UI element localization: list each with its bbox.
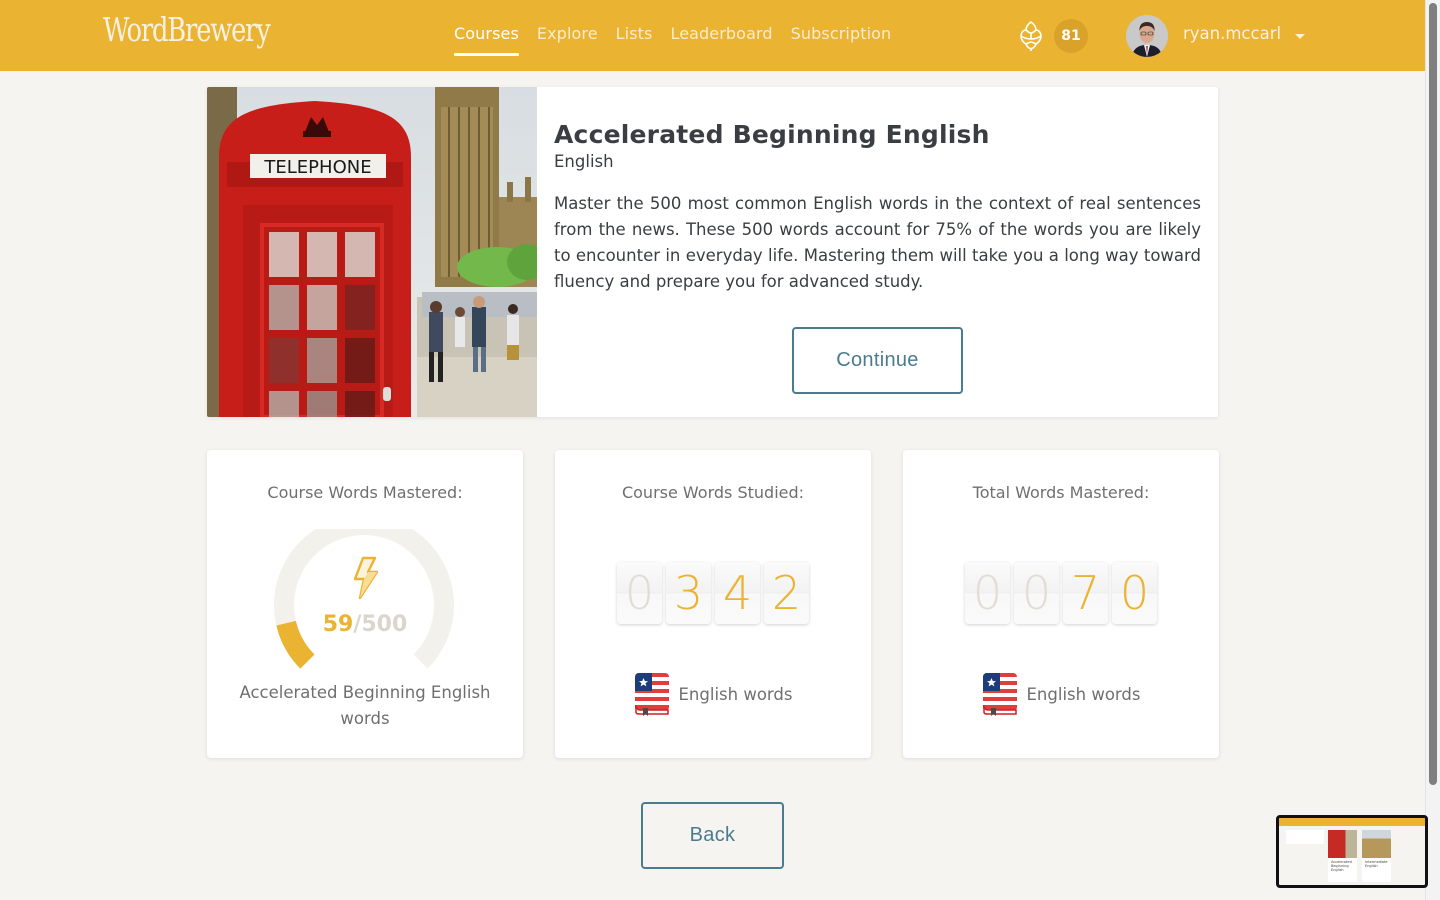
studied-flip-counter: 0 3 4 2 bbox=[555, 562, 871, 624]
back-button[interactable]: Back bbox=[641, 802, 784, 869]
course-title: Accelerated Beginning English bbox=[554, 120, 990, 149]
score-badge[interactable]: 81 bbox=[1054, 19, 1088, 53]
us-flag-book-icon bbox=[634, 673, 669, 716]
nav-subscription[interactable]: Subscription bbox=[791, 24, 892, 51]
us-flag-book-icon bbox=[982, 673, 1017, 716]
counter-digit: 0 bbox=[1112, 562, 1157, 624]
nav-explore[interactable]: Explore bbox=[537, 24, 598, 51]
wordbrewery-logo[interactable]: WordBrewery bbox=[103, 10, 271, 49]
screen-preview-thumbnail[interactable]: Accelerated Beginning English Intermedia… bbox=[1276, 815, 1428, 888]
counter-digit: 7 bbox=[1063, 562, 1108, 624]
words-language-label: English words bbox=[1026, 684, 1141, 704]
course-description: Master the 500 most common English words… bbox=[554, 194, 1201, 291]
course-words-studied-card: Course Words Studied: 0 3 4 2 English wo… bbox=[555, 450, 871, 758]
counter-digit: 3 bbox=[666, 562, 711, 624]
counter-digit: 2 bbox=[764, 562, 809, 624]
scrollbar-thumb[interactable] bbox=[1429, 3, 1437, 785]
page-scrollbar[interactable] bbox=[1425, 0, 1440, 900]
username-menu[interactable]: ryan.mccarl bbox=[1183, 24, 1281, 43]
counter-digit: 0 bbox=[617, 562, 662, 624]
course-image: TELEPHONE bbox=[207, 87, 537, 417]
top-navbar: WordBrewery Courses Explore Lists Leader… bbox=[0, 0, 1425, 71]
preview-course-card: Intermediate English bbox=[1362, 830, 1391, 882]
stat-label: Course Words Mastered: bbox=[267, 483, 463, 502]
course-hero-card: TELEPHONE Accelerated Beginning English … bbox=[207, 87, 1218, 417]
preview-card-title: Intermediate English bbox=[1365, 860, 1388, 868]
preview-header bbox=[1279, 818, 1425, 826]
preview-course-card: Accelerated Beginning English bbox=[1328, 830, 1357, 882]
course-language: English bbox=[554, 152, 614, 171]
total-flip-counter: 0 0 7 0 bbox=[903, 562, 1219, 624]
total-words-mastered-card: Total Words Mastered: 0 0 7 0 English wo… bbox=[903, 450, 1219, 758]
counter-digit: 0 bbox=[1014, 562, 1059, 624]
words-language: English words bbox=[903, 672, 1219, 716]
user-avatar[interactable] bbox=[1126, 15, 1168, 57]
preview-card-title: Accelerated Beginning English bbox=[1331, 860, 1352, 872]
caret-down-icon[interactable] bbox=[1295, 34, 1305, 39]
hop-icon bbox=[1020, 21, 1042, 51]
course-words-mastered-card: Course Words Mastered: 59/500 Accelerate… bbox=[207, 450, 523, 758]
counter-digit: 4 bbox=[715, 562, 760, 624]
nav-leaderboard[interactable]: Leaderboard bbox=[670, 24, 772, 51]
lightning-bolt-icon bbox=[353, 556, 379, 600]
continue-button[interactable]: Continue bbox=[792, 327, 963, 394]
preview-card-image bbox=[1362, 830, 1391, 858]
mastered-count: 59/500 bbox=[207, 612, 523, 637]
stat-label: Total Words Mastered: bbox=[972, 483, 1150, 502]
main-nav: Courses Explore Lists Leaderboard Subscr… bbox=[454, 24, 892, 56]
mastered-value: 59 bbox=[322, 612, 354, 637]
words-language-label: English words bbox=[678, 684, 793, 704]
preview-card-image bbox=[1328, 830, 1357, 858]
nav-courses[interactable]: Courses bbox=[454, 24, 519, 56]
counter-digit: 0 bbox=[965, 562, 1010, 624]
nav-lists[interactable]: Lists bbox=[616, 24, 653, 51]
preview-language-filter bbox=[1286, 830, 1324, 844]
mastered-total: 500 bbox=[361, 612, 408, 637]
stat-label: Course Words Studied: bbox=[621, 483, 805, 502]
course-info: Accelerated Beginning English English Ma… bbox=[554, 120, 1201, 295]
words-language: English words bbox=[555, 672, 871, 716]
booth-sign-text: TELEPHONE bbox=[263, 157, 371, 178]
gauge-caption: Accelerated Beginning English words bbox=[239, 683, 491, 728]
